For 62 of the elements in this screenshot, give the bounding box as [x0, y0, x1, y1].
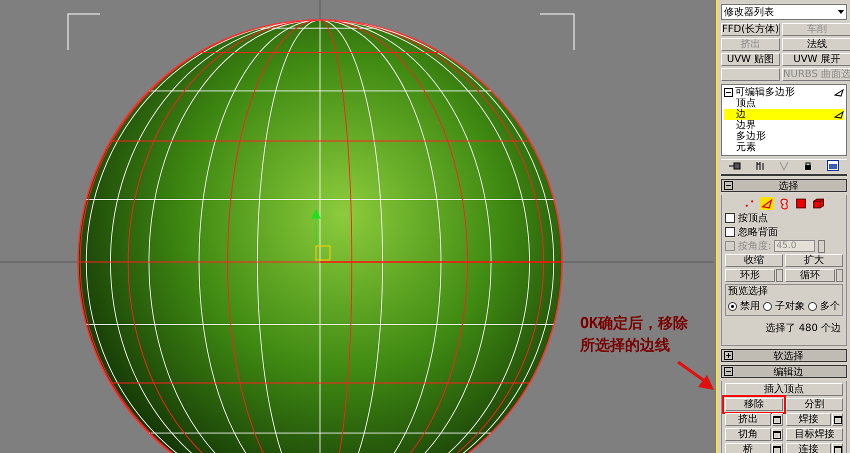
collapse-rollout-icon[interactable]: [724, 181, 733, 190]
rollout-header[interactable]: 软选择: [721, 349, 847, 362]
selection-button[interactable]: 收缩: [725, 254, 783, 267]
spinner[interactable]: [836, 269, 843, 282]
spinner[interactable]: [818, 240, 826, 252]
annotation-arrow: [676, 360, 716, 392]
blank-button[interactable]: [721, 68, 780, 81]
selection-status: 选择了 480 个边: [764, 322, 842, 336]
group-title: 预览选择: [728, 287, 769, 297]
stack-subitem[interactable]: 元素: [724, 142, 844, 153]
radio-label: 子对象: [775, 300, 805, 313]
lock-icon[interactable]: [804, 160, 812, 170]
annotation-text: OK确定后，移除 所选择的边线: [580, 313, 688, 356]
modifier-list-dropdown[interactable]: 修改器列表: [721, 4, 847, 20]
radio-label: 禁用: [740, 300, 760, 313]
collapse-tree-icon[interactable]: [724, 88, 733, 97]
spinner[interactable]: [776, 269, 783, 282]
edge-icon: [834, 110, 844, 118]
stack-item[interactable]: 可编辑多边形: [735, 87, 832, 98]
selection-button[interactable]: 循环: [785, 269, 835, 282]
rollout-header[interactable]: 编辑边: [721, 365, 847, 378]
checkbox[interactable]: [725, 213, 735, 223]
stack-subitem[interactable]: 多边形: [724, 131, 844, 142]
edge-tool-button[interactable]: 焊接: [786, 413, 831, 426]
checkbox-label: 忽略背面: [738, 226, 778, 239]
checkbox-label: 按角度:: [738, 240, 772, 253]
radio-button[interactable]: [808, 302, 817, 310]
bar-icon[interactable]: [756, 160, 764, 170]
pin-icon[interactable]: [728, 160, 741, 170]
modifier-button[interactable]: FFD(长方体): [721, 23, 780, 36]
stack-subitem[interactable]: 顶点: [724, 98, 844, 109]
settings-button[interactable]: [832, 443, 843, 453]
modifier-button[interactable]: 法线: [782, 38, 850, 51]
checkbox-label: 按顶点: [738, 212, 768, 225]
stack-subitem[interactable]: 边界: [724, 120, 844, 131]
settings-button[interactable]: [832, 413, 843, 426]
expand-rollout-icon[interactable]: [724, 351, 733, 360]
polygon-mode-icon[interactable]: [794, 197, 808, 210]
edge-icon: [834, 88, 844, 96]
selection-button[interactable]: 扩大: [785, 254, 843, 267]
settings-button[interactable]: [772, 413, 782, 426]
selection-button[interactable]: 环形: [725, 269, 775, 282]
configure-icon[interactable]: [827, 160, 840, 171]
rollout-header[interactable]: 选择: [721, 179, 847, 192]
radio-label: 多个: [820, 300, 840, 313]
modifier-button[interactable]: UVW 展开: [782, 53, 850, 66]
edge-tool-button[interactable]: 桥: [725, 443, 770, 453]
settings-button[interactable]: [772, 443, 782, 453]
modifier-button[interactable]: UVW 贴图: [721, 53, 780, 66]
edge-tool-button[interactable]: 插入顶点: [725, 383, 843, 396]
element-mode-icon[interactable]: [811, 197, 825, 210]
edge-tool-button[interactable]: 切角: [725, 428, 770, 441]
edge-tool-button[interactable]: 分割: [786, 398, 843, 411]
stack-subitem[interactable]: 边: [724, 109, 844, 120]
checkbox[interactable]: [725, 227, 735, 237]
edge-tool-button[interactable]: 目标焊接: [786, 428, 843, 441]
settings-button[interactable]: [772, 428, 782, 441]
edge-tool-button[interactable]: 挤出: [725, 413, 770, 426]
radio-button[interactable]: [763, 302, 772, 310]
edge-mode-icon[interactable]: [760, 197, 774, 210]
collapse-rollout-icon[interactable]: [724, 367, 733, 376]
radio-button[interactable]: [728, 302, 737, 310]
